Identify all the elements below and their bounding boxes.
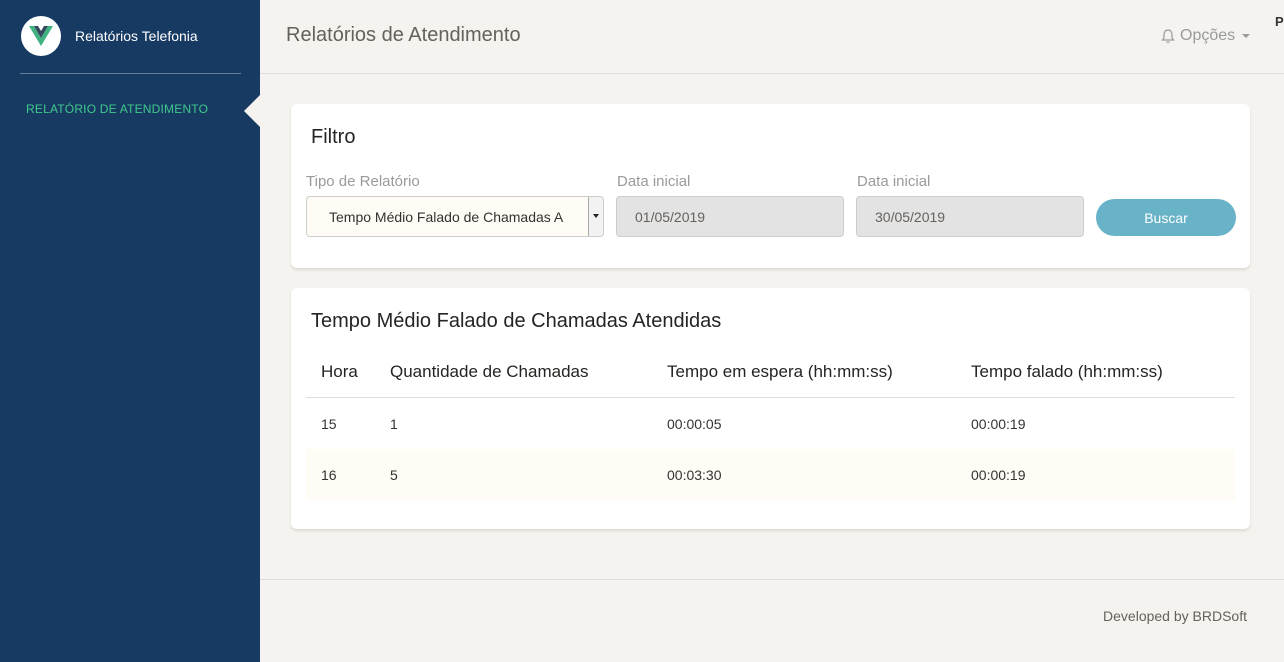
vue-logo-icon: [21, 16, 61, 56]
table-cell: 15: [321, 416, 337, 432]
sidebar-item-relatorio-atendimento[interactable]: RELATÓRIO DE ATENDIMENTO: [26, 102, 208, 116]
table-cell: 1: [390, 416, 398, 432]
table-cell: 5: [390, 467, 398, 483]
filter-card: Filtro Tipo de Relatório Tempo Médio Fal…: [291, 104, 1250, 268]
table-row: 16 5 00:03:30 00:00:19: [306, 449, 1235, 500]
brand[interactable]: Relatórios Telefonia: [0, 0, 260, 74]
start-date-input[interactable]: [616, 196, 844, 237]
report-card: Tempo Médio Falado de Chamadas Atendidas…: [291, 288, 1250, 529]
column-header-quantidade: Quantidade de Chamadas: [390, 362, 589, 381]
report-table: Hora Quantidade de Chamadas Tempo em esp…: [306, 348, 1235, 500]
table-header: Hora Quantidade de Chamadas Tempo em esp…: [306, 348, 1235, 398]
caret-down-icon: [1242, 34, 1251, 38]
sidebar: Relatórios Telefonia RELATÓRIO DE ATENDI…: [0, 0, 261, 662]
top-navbar: Relatórios de Atendimento Opções: [260, 0, 1284, 74]
sidebar-divider: [20, 73, 241, 74]
table-cell: 00:00:19: [971, 467, 1026, 483]
column-header-hora: Hora: [321, 362, 358, 381]
select-arrow-icon: [588, 197, 603, 236]
end-date-input[interactable]: [856, 196, 1084, 237]
column-header-tempo-espera: Tempo em espera (hh:mm:ss): [667, 362, 893, 381]
page-title: Relatórios de Atendimento: [286, 24, 521, 46]
start-date-label: Data inicial: [617, 173, 691, 190]
report-type-label: Tipo de Relatório: [306, 173, 420, 190]
options-label: Opções: [1180, 27, 1236, 44]
report-title: Tempo Médio Falado de Chamadas Atendidas: [311, 310, 722, 332]
edge-glyph: P: [1275, 14, 1284, 29]
filter-title: Filtro: [311, 126, 356, 148]
table-cell: 00:03:30: [667, 467, 722, 483]
brand-title: Relatórios Telefonia: [75, 28, 198, 44]
bell-icon: [1161, 29, 1175, 43]
options-dropdown[interactable]: Opções: [1160, 27, 1251, 45]
footer: Developed by BRDSoft: [260, 579, 1284, 662]
search-button[interactable]: Buscar: [1096, 199, 1236, 236]
end-date-label: Data inicial: [857, 173, 931, 190]
active-nav-indicator: [244, 94, 261, 128]
report-type-value: Tempo Médio Falado de Chamadas A: [329, 209, 564, 225]
table-cell: 00:00:19: [971, 416, 1026, 432]
table-row: 15 1 00:00:05 00:00:19: [306, 398, 1235, 449]
column-header-tempo-falado: Tempo falado (hh:mm:ss): [971, 362, 1163, 381]
table-cell: 16: [321, 467, 337, 483]
footer-credit: Developed by BRDSoft: [1103, 608, 1247, 624]
report-type-select[interactable]: Tempo Médio Falado de Chamadas A: [306, 196, 604, 237]
table-cell: 00:00:05: [667, 416, 722, 432]
